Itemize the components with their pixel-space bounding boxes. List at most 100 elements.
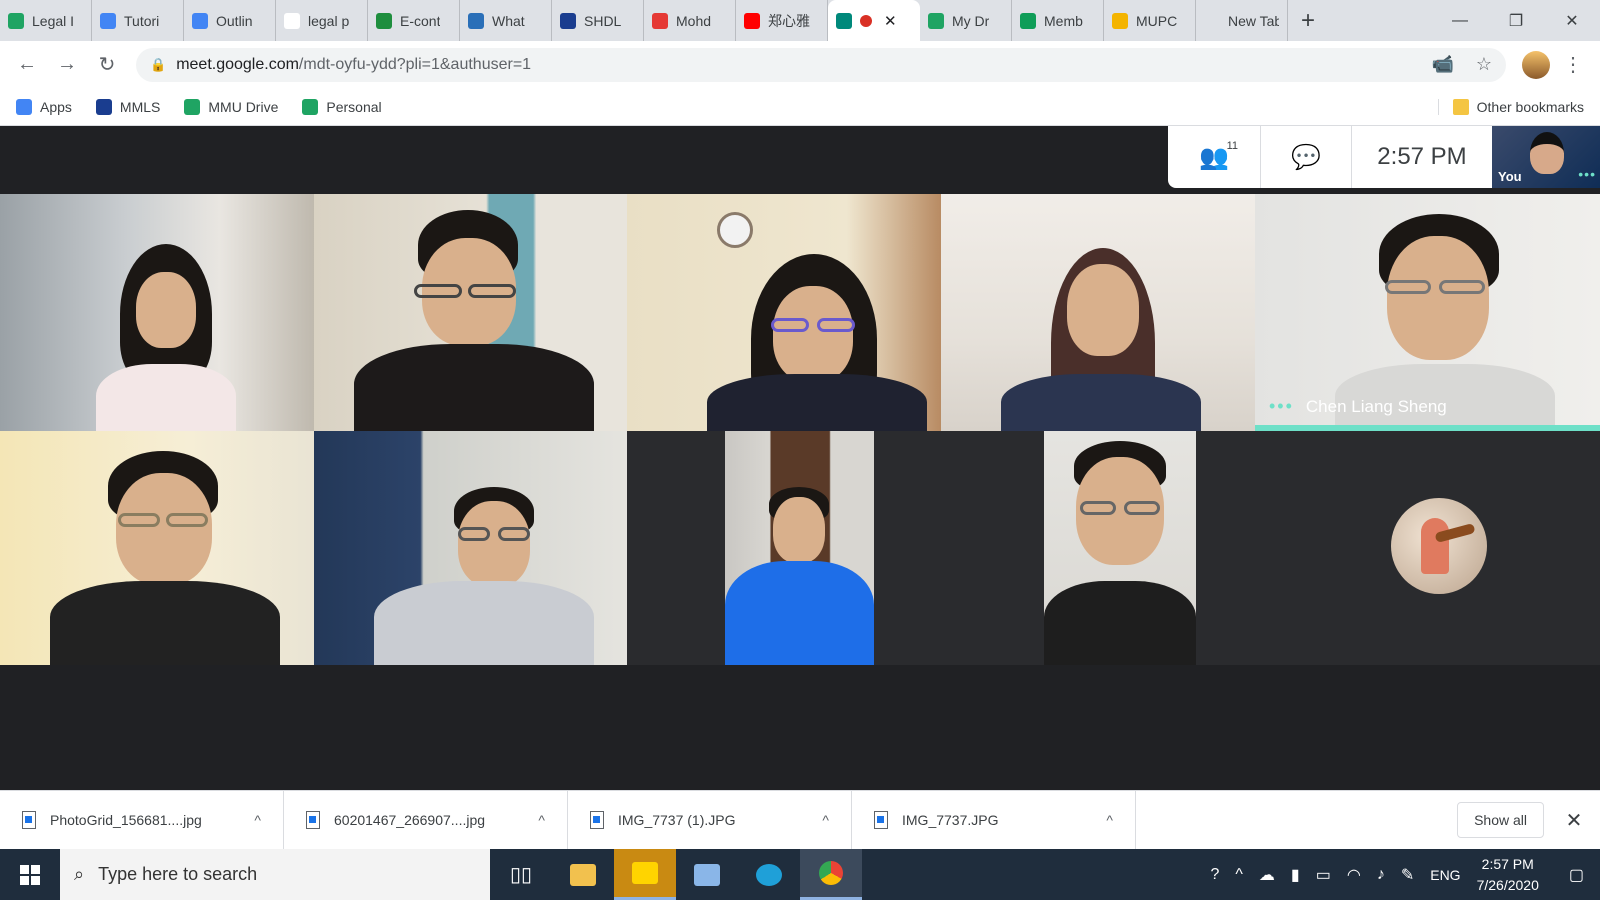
wifi-icon[interactable]: ◠ bbox=[1347, 865, 1361, 885]
close-download-shelf-button[interactable]: ✕ bbox=[1556, 808, 1592, 833]
lock-icon[interactable]: 🔒 bbox=[150, 57, 166, 73]
browser-tab[interactable]: Mohd bbox=[644, 0, 736, 41]
meeting-clock: 2:57 PM bbox=[1377, 143, 1467, 170]
browser-tab[interactable]: 郑心雅 bbox=[736, 0, 828, 41]
bookmark-star-icon[interactable]: ☆ bbox=[1476, 54, 1492, 75]
pen-icon[interactable]: ✎ bbox=[1401, 865, 1414, 885]
clock-time: 2:57 PM bbox=[1481, 855, 1534, 872]
back-button[interactable]: ← bbox=[10, 48, 44, 82]
tab-favicon-icon bbox=[376, 12, 392, 29]
download-filename: IMG_7737 (1).JPG bbox=[618, 812, 736, 828]
bookmark-item[interactable]: Personal bbox=[302, 98, 382, 115]
chevron-up-icon[interactable]: ^ bbox=[1106, 812, 1113, 828]
tab-active[interactable]: ✕ bbox=[828, 0, 920, 41]
participants-button[interactable]: 👥 11 bbox=[1168, 126, 1260, 188]
browser-tab[interactable]: Legal I bbox=[0, 0, 92, 41]
notepad-icon[interactable] bbox=[676, 849, 738, 900]
minimize-button[interactable]: — bbox=[1432, 0, 1488, 41]
onedrive-cloud-icon[interactable]: ☁ bbox=[1259, 865, 1275, 885]
show-all-downloads-button[interactable]: Show all bbox=[1457, 802, 1544, 838]
profile-avatar[interactable] bbox=[1522, 50, 1550, 79]
chrome-menu-button[interactable]: ⋮ bbox=[1556, 48, 1590, 82]
browser-tab[interactable]: SHDL bbox=[552, 0, 644, 41]
download-item[interactable]: 60201467_266907....jpg ^ bbox=[284, 790, 568, 850]
file-explorer-icon[interactable] bbox=[552, 849, 614, 900]
chat-icon: 💬 bbox=[1291, 143, 1321, 171]
self-more-options-icon[interactable]: ••• bbox=[1578, 166, 1596, 182]
task-view-icon[interactable]: ▯▯ bbox=[490, 849, 552, 900]
bookmark-label: Apps bbox=[40, 98, 72, 115]
participant-tile[interactable] bbox=[941, 194, 1255, 431]
close-tab-icon[interactable]: ✕ bbox=[884, 12, 897, 30]
restore-button[interactable]: ❐ bbox=[1488, 0, 1544, 41]
tab-title: Tutori bbox=[124, 12, 160, 29]
more-options-icon[interactable]: ••• bbox=[1269, 396, 1294, 417]
tab-favicon-icon bbox=[560, 12, 576, 29]
participant-tile[interactable] bbox=[0, 194, 314, 431]
language-indicator[interactable]: ENG bbox=[1430, 867, 1460, 883]
participant-tile[interactable] bbox=[314, 194, 627, 431]
tab-favicon-icon bbox=[192, 12, 208, 29]
browser-tab[interactable]: My Dr bbox=[920, 0, 1012, 41]
close-window-button[interactable]: ✕ bbox=[1544, 0, 1600, 41]
participant-tile[interactable] bbox=[0, 431, 314, 665]
participant-tile-active-speaker[interactable]: ••• Chen Liang Sheng bbox=[1255, 194, 1600, 431]
windows-start-button[interactable] bbox=[0, 849, 60, 900]
browser-tab[interactable]: MUPC bbox=[1104, 0, 1196, 41]
other-bookmarks[interactable]: Other bookmarks bbox=[1437, 98, 1584, 115]
chrome-browser-icon[interactable] bbox=[800, 849, 862, 900]
taskbar-search[interactable]: ⌕ Type here to search bbox=[60, 849, 490, 900]
chat-button[interactable]: 💬 bbox=[1260, 126, 1352, 188]
browser-toolbar: ← → ↻ 🔒 meet.google.com/mdt-oyfu-ydd?pli… bbox=[0, 41, 1600, 88]
browser-tab[interactable]: What bbox=[460, 0, 552, 41]
chevron-up-icon[interactable]: ^ bbox=[822, 812, 829, 828]
volume-icon[interactable]: ♪ bbox=[1377, 866, 1385, 884]
microphone-icon[interactable]: ▮ bbox=[1291, 865, 1300, 885]
reload-button[interactable]: ↻ bbox=[90, 48, 124, 82]
download-item[interactable]: IMG_7737.JPG ^ bbox=[852, 790, 1136, 850]
chevron-up-icon[interactable]: ^ bbox=[538, 812, 545, 828]
bookmarks-bar: Apps MMLS MMU Drive Personal Other bookmark… bbox=[0, 88, 1600, 126]
bookmark-label: Personal bbox=[326, 98, 382, 115]
tab-title: Outlin bbox=[216, 12, 253, 29]
camera-icon[interactable]: 📹 bbox=[1431, 54, 1453, 75]
self-view-tile[interactable]: You ••• bbox=[1492, 126, 1600, 188]
browser-tab[interactable]: New Tab bbox=[1196, 0, 1288, 41]
participant-tile[interactable] bbox=[627, 194, 941, 431]
tab-favicon-icon bbox=[1020, 12, 1036, 29]
show-hidden-icons-icon[interactable]: ^ bbox=[1235, 866, 1243, 884]
participant-tile[interactable] bbox=[725, 431, 874, 665]
self-label: You bbox=[1498, 169, 1522, 184]
sticky-notes-icon[interactable] bbox=[614, 849, 676, 900]
tab-title: New Tab bbox=[1228, 12, 1279, 29]
participant-tile[interactable] bbox=[314, 431, 627, 665]
tab-title: E-cont bbox=[400, 12, 441, 29]
browser-tab[interactable]: Outlin bbox=[184, 0, 276, 41]
participant-tile[interactable] bbox=[1255, 431, 1600, 665]
tab-favicon-icon bbox=[928, 12, 944, 29]
download-item[interactable]: IMG_7737 (1).JPG ^ bbox=[568, 790, 852, 850]
participant-tile[interactable] bbox=[1044, 431, 1196, 665]
battery-icon[interactable]: ▭ bbox=[1316, 865, 1331, 885]
image-file-icon bbox=[874, 811, 888, 829]
new-tab-button[interactable]: + bbox=[1288, 0, 1328, 41]
address-bar[interactable]: 🔒 meet.google.com/mdt-oyfu-ydd?pli=1&aut… bbox=[136, 47, 1506, 82]
browser-tab[interactable]: Tutori bbox=[92, 0, 184, 41]
bookmark-item[interactable]: MMLS bbox=[95, 98, 160, 115]
bookmark-item[interactable]: MMU Drive bbox=[184, 98, 278, 115]
download-item[interactable]: PhotoGrid_156681....jpg ^ bbox=[0, 790, 284, 850]
browser-tab[interactable]: E-cont bbox=[368, 0, 460, 41]
system-clock[interactable]: 2:57 PM 7/26/2020 bbox=[1477, 854, 1539, 896]
forward-button[interactable]: → bbox=[50, 48, 84, 82]
tab-title: Legal I bbox=[32, 12, 75, 29]
help-icon[interactable]: ? bbox=[1211, 866, 1220, 884]
browser-tab[interactable]: Memb bbox=[1012, 0, 1104, 41]
chevron-up-icon[interactable]: ^ bbox=[254, 812, 261, 828]
tab-favicon-icon bbox=[8, 12, 24, 29]
notifications-icon[interactable]: ▢ bbox=[1569, 865, 1584, 885]
browser-tab[interactable]: legal p bbox=[276, 0, 368, 41]
tab-favicon-icon bbox=[744, 12, 760, 29]
bookmark-item[interactable]: Apps bbox=[16, 98, 72, 115]
self-video bbox=[1530, 132, 1564, 174]
edge-browser-icon[interactable] bbox=[738, 849, 800, 900]
